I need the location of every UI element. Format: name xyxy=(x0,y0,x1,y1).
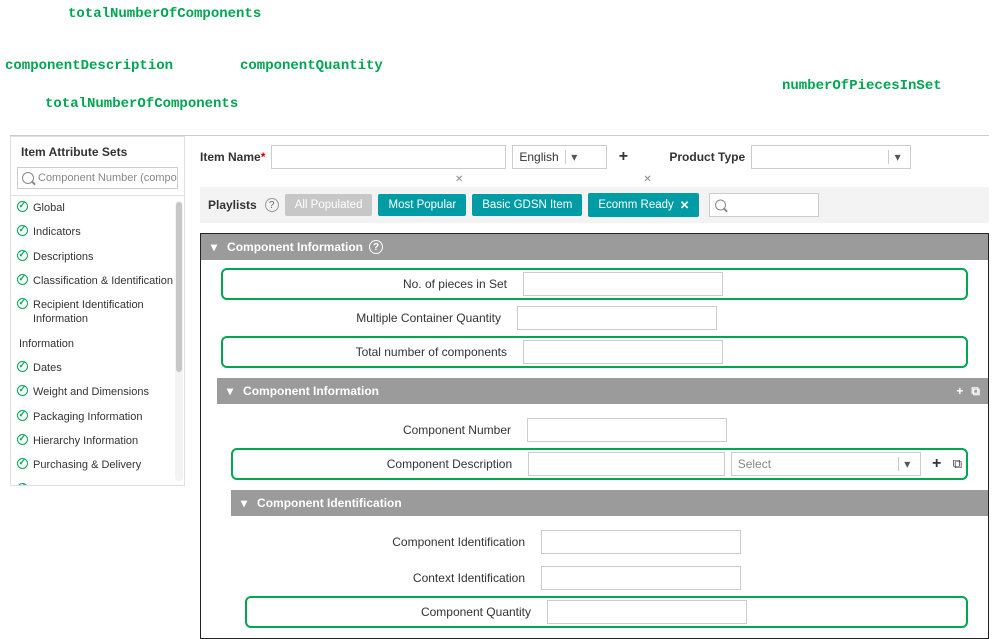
input-component-description[interactable] xyxy=(528,452,725,476)
row-component-quantity: Component Quantity xyxy=(245,596,968,628)
input-context-identification[interactable] xyxy=(541,566,741,590)
pill-all-populated[interactable]: All Populated xyxy=(285,194,373,216)
clear-row: ✕ ✕ xyxy=(200,175,989,185)
close-icon[interactable]: ✕ xyxy=(680,198,690,212)
check-icon xyxy=(17,483,28,485)
annotation-numberOfPiecesInSet: numberOfPiecesInSet xyxy=(782,78,942,94)
sidebar-item-recipient-identification[interactable]: Recipient Identification Information xyxy=(11,293,184,332)
sidebar: Item Attribute Sets Component Number (co… xyxy=(10,136,185,486)
row-component-number: Component Number xyxy=(231,412,968,448)
check-icon xyxy=(17,458,28,469)
sidebar-item-descriptions[interactable]: Descriptions xyxy=(11,245,184,269)
check-icon xyxy=(17,201,28,212)
sidebar-item-dates[interactable]: Dates xyxy=(11,356,184,380)
label-total-components: Total number of components xyxy=(227,345,517,359)
annotation-totalNumberOfComponents-1: totalNumberOfComponents xyxy=(68,6,261,22)
sidebar-scroll-thumb[interactable] xyxy=(176,202,182,372)
add-section-button[interactable]: + xyxy=(956,384,963,399)
sidebar-scrollbar[interactable] xyxy=(175,201,183,481)
sidebar-item-classification[interactable]: Classification & Identification xyxy=(11,269,184,293)
annotation-componentDescription: componentDescription xyxy=(5,58,173,74)
section-component-identification[interactable]: Component Identification xyxy=(231,490,988,516)
row-multiple-container-qty: Multiple Container Quantity xyxy=(221,300,968,336)
chevron-down-icon xyxy=(227,384,237,398)
label-component-number: Component Number xyxy=(231,423,521,437)
sidebar-item-hierarchy[interactable]: Hierarchy Information xyxy=(11,429,184,453)
playlist-search-input[interactable] xyxy=(709,193,819,217)
help-icon[interactable]: ? xyxy=(369,240,383,254)
copy-section-button[interactable]: ⧉ xyxy=(971,384,980,399)
product-type-label: Product Type xyxy=(669,150,745,164)
check-icon xyxy=(17,274,28,285)
copy-icon[interactable]: ⧉ xyxy=(953,456,962,472)
row-total-components: Total number of components xyxy=(221,336,968,368)
sidebar-item-global[interactable]: Global xyxy=(11,196,184,220)
input-total-components[interactable] xyxy=(523,340,723,364)
annotation-componentQuantity: componentQuantity xyxy=(240,58,383,74)
pill-ecomm-ready[interactable]: Ecomm Ready✕ xyxy=(588,193,699,217)
input-component-number[interactable] xyxy=(527,418,727,442)
clear-language-icon[interactable]: ✕ xyxy=(643,175,651,185)
sidebar-list: Global Indicators Descriptions Classific… xyxy=(11,195,184,485)
label-component-identification: Component Identification xyxy=(245,535,535,549)
row-context-identification: Context Identification xyxy=(245,560,968,596)
chevron-down-icon: ▾ xyxy=(888,150,906,164)
clear-item-name-icon[interactable]: ✕ xyxy=(455,175,463,185)
annotation-totalNumberOfComponents-2: totalNumberOfComponents xyxy=(45,96,238,112)
main-panel: Item Name* English ▾ + Product Type ▾ ✕ … xyxy=(200,141,989,545)
check-icon xyxy=(17,361,28,372)
check-icon xyxy=(17,385,28,396)
language-select[interactable]: English ▾ xyxy=(512,145,607,169)
item-name-label: Item Name* xyxy=(200,150,265,164)
product-type-select[interactable]: ▾ xyxy=(751,145,911,169)
label-component-description: Component Description xyxy=(237,457,522,471)
add-description-button[interactable]: + xyxy=(927,454,947,474)
sidebar-item-purchasing[interactable]: Purchasing & Delivery xyxy=(11,453,184,477)
check-icon xyxy=(17,250,28,261)
input-multiple-container-qty[interactable] xyxy=(517,306,717,330)
label-context-identification: Context Identification xyxy=(245,571,535,585)
sidebar-item-recipient-identification-line2[interactable]: Information xyxy=(11,332,184,356)
component-description-lang-select[interactable]: Select ▾ xyxy=(731,452,921,476)
input-component-quantity[interactable] xyxy=(547,600,747,624)
pill-most-popular[interactable]: Most Popular xyxy=(378,194,466,216)
check-icon xyxy=(17,298,28,309)
input-component-identification[interactable] xyxy=(541,530,741,554)
chevron-down-icon xyxy=(241,496,251,510)
check-icon xyxy=(17,410,28,421)
sidebar-search-text: Component Number (componentIn xyxy=(38,172,178,184)
help-icon[interactable]: ? xyxy=(265,198,279,212)
sidebar-item-weight[interactable]: Weight and Dimensions xyxy=(11,380,184,404)
label-pieces-in-set: No. of pieces in Set xyxy=(227,277,517,291)
label-multiple-container-qty: Multiple Container Quantity xyxy=(221,311,511,325)
language-selected: English xyxy=(519,150,558,164)
playlists-bar: Playlists ? All Populated Most Popular B… xyxy=(200,187,989,223)
sidebar-item-packaging[interactable]: Packaging Information xyxy=(11,405,184,429)
sidebar-search-input[interactable]: Component Number (componentIn xyxy=(17,167,178,189)
row-component-identification: Component Identification xyxy=(245,524,968,560)
playlists-label: Playlists xyxy=(208,198,257,212)
input-pieces-in-set[interactable] xyxy=(523,272,723,296)
sidebar-item-indicators[interactable]: Indicators xyxy=(11,220,184,244)
item-name-input[interactable] xyxy=(271,145,506,169)
section-component-information-sub[interactable]: Component Information + ⧉ xyxy=(217,378,988,404)
check-icon xyxy=(17,225,28,236)
add-language-button[interactable]: + xyxy=(613,147,633,167)
sidebar-title: Item Attribute Sets xyxy=(11,137,184,167)
chevron-down-icon: ▾ xyxy=(898,457,916,471)
select-placeholder: Select xyxy=(738,457,892,471)
label-component-quantity: Component Quantity xyxy=(251,605,541,619)
pill-basic-gdsn[interactable]: Basic GDSN Item xyxy=(472,194,582,216)
chevron-down-icon: ▾ xyxy=(565,150,583,164)
row-pieces-in-set: No. of pieces in Set xyxy=(221,268,968,300)
sidebar-item-handling[interactable]: Handling & Storage xyxy=(11,478,184,485)
chevron-down-icon xyxy=(211,240,221,254)
section-component-information[interactable]: Component Information ? xyxy=(201,234,988,260)
row-component-description: Component Description Select ▾ + ⧉ xyxy=(231,448,968,480)
header-row: Item Name* English ▾ + Product Type ▾ xyxy=(200,141,989,175)
check-icon xyxy=(17,434,28,445)
form-area: Component Information ? No. of pieces in… xyxy=(200,233,989,639)
